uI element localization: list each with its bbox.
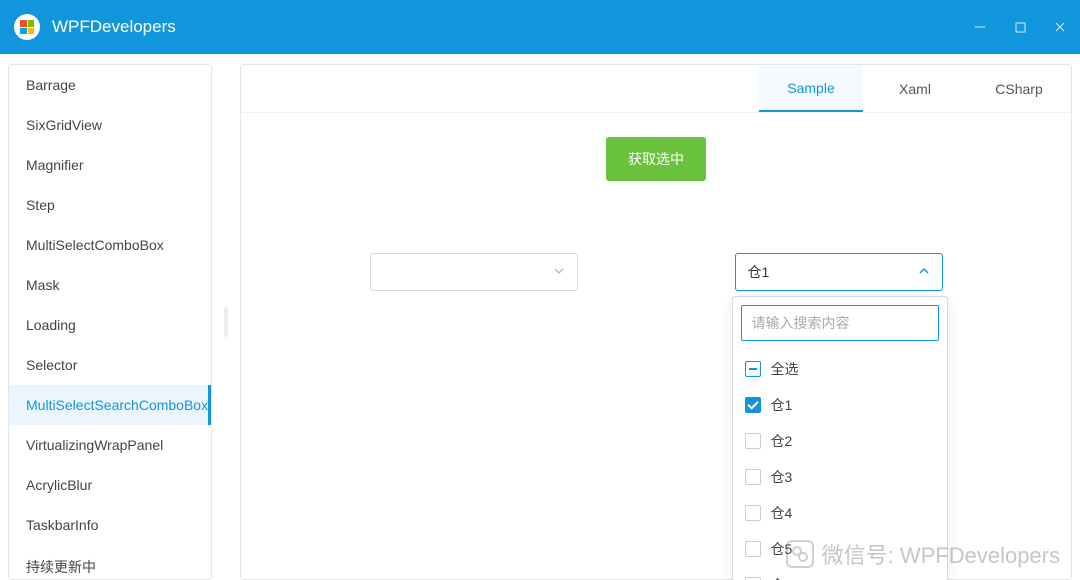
splitter[interactable] [224, 64, 228, 580]
option-label: 仓6 [771, 575, 793, 580]
sidebar-item-multiselectsearchcombobox[interactable]: MultiSelectSearchComboBox [9, 385, 211, 425]
sidebar-item-label: Magnifier [26, 157, 84, 173]
main-panel: Sample Xaml CSharp 获取选中 仓1 [240, 64, 1072, 580]
tab-csharp[interactable]: CSharp [967, 65, 1071, 112]
option-label: 仓4 [771, 503, 793, 523]
sidebar-item-label: Selector [26, 357, 77, 373]
sidebar-item-label: Barrage [26, 77, 76, 93]
option-label: 全选 [771, 359, 799, 379]
combobox-2[interactable]: 仓1 全选 仓1 [735, 253, 943, 291]
sidebar-item-multiselectcombobox[interactable]: MultiSelectComboBox [9, 225, 211, 265]
combobox-1[interactable] [370, 253, 578, 291]
option-select-all[interactable]: 全选 [741, 351, 939, 387]
sidebar[interactable]: Barrage SixGridView Magnifier Step Multi… [8, 64, 212, 580]
option-item[interactable]: 仓6 [741, 567, 939, 580]
maximize-button[interactable] [1012, 19, 1028, 35]
app-logo-icon [14, 14, 40, 40]
sidebar-item-virtualizingwrappanel[interactable]: VirtualizingWrapPanel [9, 425, 211, 465]
sidebar-item-label: Step [26, 197, 55, 213]
option-label: 仓5 [771, 539, 793, 559]
sidebar-item-updating[interactable]: 持续更新中 [9, 545, 211, 580]
sidebar-item-barrage[interactable]: Barrage [9, 65, 211, 105]
sidebar-item-label: SixGridView [26, 117, 102, 133]
window-controls [972, 19, 1068, 35]
option-item[interactable]: 仓3 [741, 459, 939, 495]
sidebar-item-acrylicblur[interactable]: AcrylicBlur [9, 465, 211, 505]
checkbox-icon [745, 433, 761, 449]
sidebar-item-step[interactable]: Step [9, 185, 211, 225]
sidebar-item-taskbarinfo[interactable]: TaskbarInfo [9, 505, 211, 545]
app-window: WPFDevelopers Barrage SixGridView Magnif… [0, 0, 1080, 580]
option-item[interactable]: 仓1 [741, 387, 939, 423]
sidebar-item-label: AcrylicBlur [26, 477, 92, 493]
sidebar-item-label: MultiSelectComboBox [26, 237, 164, 253]
tab-bar: Sample Xaml CSharp [241, 65, 1071, 113]
combobox-value: 仓1 [748, 262, 918, 282]
combobox-dropdown: 全选 仓1 仓2 仓3 [732, 296, 948, 580]
sidebar-item-label: Mask [26, 277, 59, 293]
option-label: 仓2 [771, 431, 793, 451]
option-label: 仓1 [771, 395, 793, 415]
option-item[interactable]: 仓2 [741, 423, 939, 459]
tab-xaml[interactable]: Xaml [863, 65, 967, 112]
combo-row: 仓1 全选 仓1 [241, 253, 1071, 291]
content-area: 获取选中 仓1 [241, 113, 1071, 579]
checkbox-icon [745, 541, 761, 557]
sidebar-item-sixgridview[interactable]: SixGridView [9, 105, 211, 145]
sidebar-item-magnifier[interactable]: Magnifier [9, 145, 211, 185]
checkbox-icon [745, 505, 761, 521]
chevron-down-icon [553, 264, 565, 280]
get-selected-button[interactable]: 获取选中 [606, 137, 706, 181]
chevron-up-icon [918, 264, 930, 280]
checkbox-icon [745, 469, 761, 485]
option-label: 仓3 [771, 467, 793, 487]
sidebar-item-label: Loading [26, 317, 76, 333]
app-title: WPFDevelopers [52, 17, 176, 37]
tab-label: Sample [787, 80, 834, 96]
checkbox-indeterminate-icon [745, 361, 761, 377]
titlebar[interactable]: WPFDevelopers [0, 0, 1080, 54]
sidebar-item-label: TaskbarInfo [26, 517, 98, 533]
option-item[interactable]: 仓4 [741, 495, 939, 531]
tab-sample[interactable]: Sample [759, 65, 863, 112]
minimize-button[interactable] [972, 19, 988, 35]
sidebar-item-loading[interactable]: Loading [9, 305, 211, 345]
search-input[interactable] [741, 305, 939, 341]
sidebar-item-label: MultiSelectSearchComboBox [26, 397, 208, 413]
close-button[interactable] [1052, 19, 1068, 35]
sidebar-item-mask[interactable]: Mask [9, 265, 211, 305]
app-body: Barrage SixGridView Magnifier Step Multi… [0, 54, 1080, 580]
sidebar-item-label: 持续更新中 [26, 559, 96, 575]
option-item[interactable]: 仓5 [741, 531, 939, 567]
checkbox-checked-icon [745, 397, 761, 413]
tab-label: CSharp [995, 81, 1042, 97]
sidebar-item-selector[interactable]: Selector [9, 345, 211, 385]
sidebar-item-label: VirtualizingWrapPanel [26, 437, 163, 453]
tab-label: Xaml [899, 81, 931, 97]
